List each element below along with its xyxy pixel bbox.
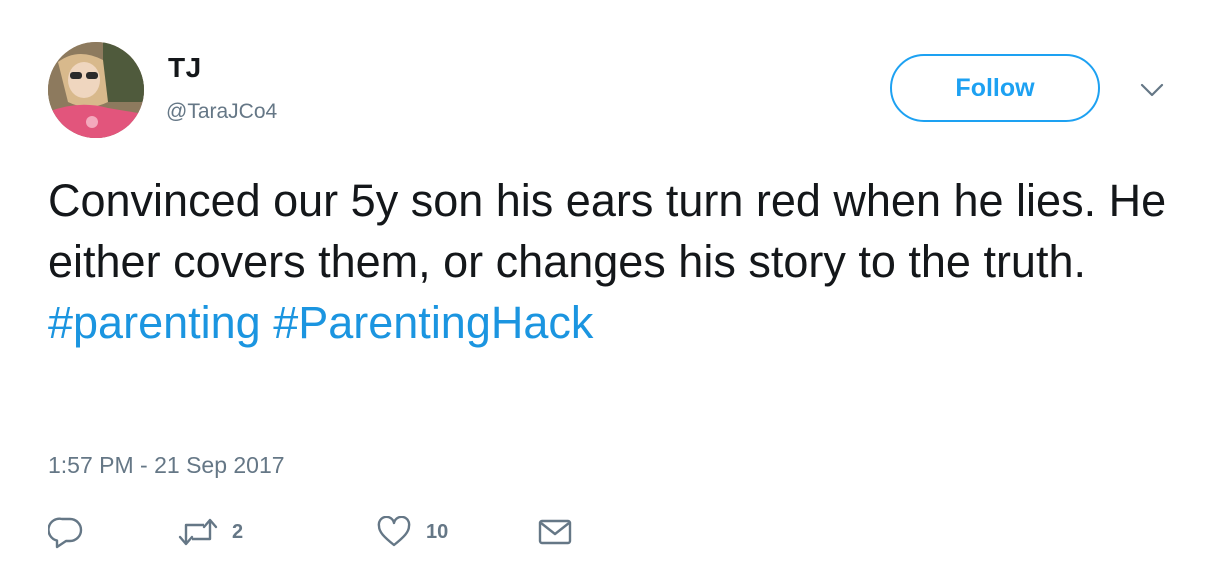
hashtag-link[interactable]: #parenting (48, 297, 261, 348)
direct-message-button[interactable] (538, 512, 572, 552)
retweet-icon (178, 518, 218, 546)
tweet-card: TJ @TaraJCo4 Follow Convinced our 5y son… (0, 0, 1216, 572)
more-options-button[interactable] (1136, 76, 1168, 104)
avatar[interactable] (48, 42, 144, 138)
like-count: 10 (426, 520, 449, 543)
follow-button[interactable]: Follow (890, 54, 1100, 122)
retweet-count: 2 (232, 520, 244, 543)
tweet-timestamp[interactable]: 1:57 PM - 21 Sep 2017 (48, 452, 285, 479)
reply-button[interactable] (48, 512, 84, 552)
tweet-body: Convinced our 5y son his ears turn red w… (48, 175, 1167, 287)
envelope-icon (538, 519, 572, 545)
reply-icon (48, 517, 83, 549)
like-button[interactable]: 10 (376, 512, 448, 552)
heart-icon (377, 516, 411, 547)
tweet-text: Convinced our 5y son his ears turn red w… (48, 170, 1178, 353)
user-handle[interactable]: @TaraJCo4 (166, 100, 277, 124)
hashtag-link[interactable]: #ParentingHack (273, 297, 593, 348)
retweet-button[interactable]: 2 (178, 512, 243, 552)
chevron-down-icon (1140, 83, 1164, 97)
display-name[interactable]: TJ (168, 52, 202, 84)
